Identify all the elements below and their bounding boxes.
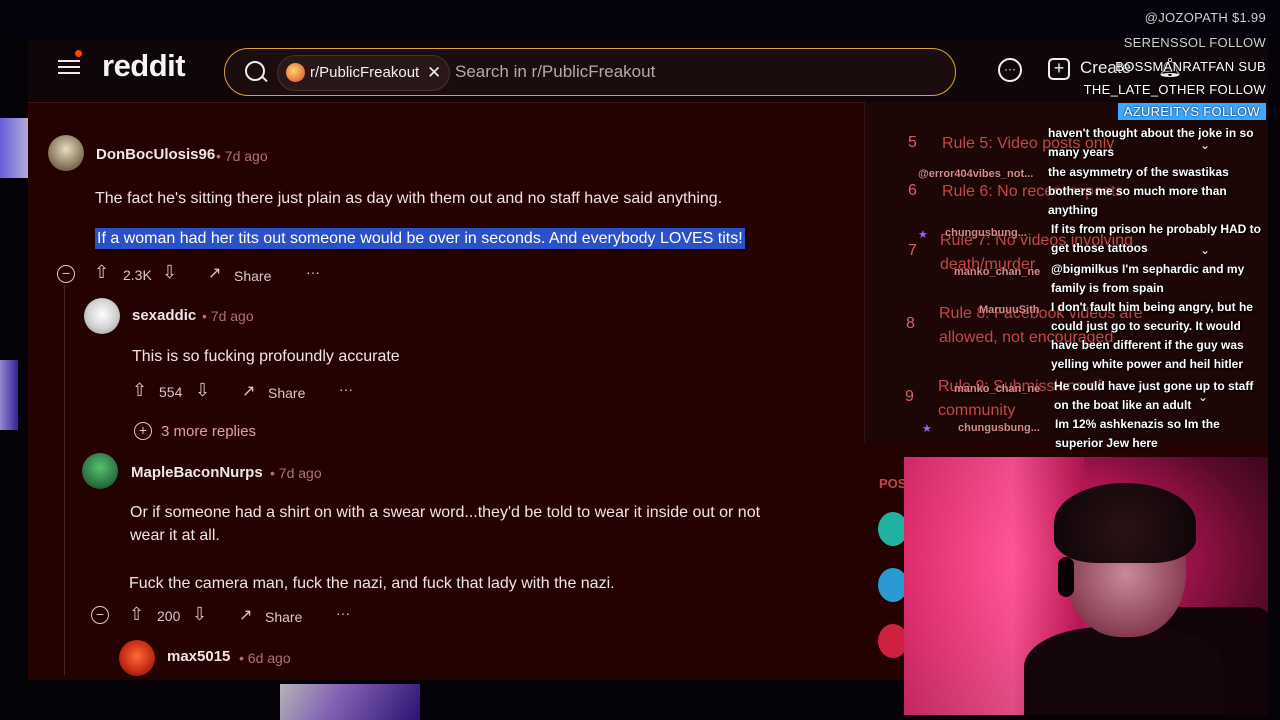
- search-icon[interactable]: [245, 61, 265, 81]
- comment-body-line: wear it at all.: [130, 527, 220, 544]
- subreddit-chip-label: r/PublicFreakout: [310, 64, 420, 81]
- expand-replies-icon[interactable]: +: [134, 422, 152, 440]
- rule-number: 6: [908, 182, 917, 199]
- chat-username: manko_chan_ne: [954, 383, 1041, 395]
- close-icon[interactable]: ✕: [427, 56, 441, 90]
- comment-timestamp: • 7d ago: [216, 148, 268, 164]
- upvote-icon[interactable]: ⇧: [129, 604, 144, 625]
- chat-username: chungusbung...: [958, 422, 1040, 434]
- more-options-button[interactable]: ···: [306, 264, 320, 280]
- share-button[interactable]: Share: [234, 268, 271, 284]
- stream-alert: BOSSMANRATFAN SUB: [1115, 59, 1266, 74]
- rule-number: 9: [905, 388, 914, 405]
- more-options-button[interactable]: ···: [336, 605, 350, 621]
- search-bar[interactable]: r/PublicFreakout ✕ Search in r/PublicFre…: [224, 48, 956, 96]
- subreddit-avatar-icon: [286, 63, 305, 82]
- notification-dot: [75, 50, 82, 57]
- chat-username: @error404vibes_not...: [918, 168, 1034, 180]
- rule-number: 5: [908, 134, 917, 151]
- headset-icon: [1058, 557, 1074, 597]
- rule-number: 8: [906, 315, 915, 332]
- comment-body-line: This is so fucking profoundly accurate: [132, 348, 400, 365]
- chat-message: Im 12% ashkenazis so Im the superior Jew…: [1055, 417, 1220, 450]
- chat-message: haven't thought about the joke in so man…: [1048, 126, 1254, 159]
- chat-username: manko_chan_ne: [954, 266, 1041, 278]
- comment-timestamp: • 7d ago: [270, 465, 322, 481]
- collapse-thread-icon[interactable]: −: [91, 606, 109, 624]
- avatar[interactable]: [48, 135, 84, 171]
- comment-body-line: The fact he's sitting there just plain a…: [95, 190, 723, 207]
- stream-alert-highlighted: AZUREITYS FOLLOW: [1117, 103, 1266, 120]
- more-options-button[interactable]: ···: [339, 381, 353, 397]
- comment-username[interactable]: max5015: [167, 648, 230, 665]
- comment-username[interactable]: sexaddic: [132, 307, 196, 324]
- subreddit-filter-chip[interactable]: r/PublicFreakout ✕: [277, 55, 451, 91]
- comment-body-line: Fuck the camera man, fuck the nazi, and …: [129, 575, 615, 592]
- comment-timestamp: • 7d ago: [202, 308, 254, 324]
- avatar[interactable]: [119, 640, 155, 676]
- chevron-down-icon: ⌄: [1200, 243, 1211, 257]
- chat-message: the asymmetry of the swastikas bothers m…: [1048, 165, 1229, 217]
- upvote-icon[interactable]: ⇧: [94, 262, 109, 283]
- reddit-logo[interactable]: reddit: [102, 48, 186, 84]
- chevron-down-icon: ⌄: [1198, 390, 1209, 404]
- comment-username[interactable]: MapleBaconNurps: [131, 464, 263, 481]
- glitch-artifact: [0, 118, 30, 178]
- glitch-artifact: [0, 360, 18, 430]
- vote-count: 554: [159, 384, 183, 400]
- share-button[interactable]: Share: [268, 385, 305, 401]
- posts-section-heading: POS: [879, 476, 907, 491]
- comment-timestamp: • 6d ago: [239, 650, 291, 666]
- star-badge-icon: ★: [922, 423, 932, 435]
- vote-count: 200: [157, 608, 181, 624]
- share-icon[interactable]: ↗: [242, 381, 255, 401]
- selected-comment-text: If a woman had her tits out someone woul…: [95, 228, 745, 249]
- more-replies-link[interactable]: 3 more replies: [161, 423, 256, 440]
- downvote-icon[interactable]: ⇩: [162, 262, 177, 283]
- comment-body-line: Or if someone had a shirt on with a swea…: [130, 504, 761, 521]
- share-icon[interactable]: ↗: [208, 263, 221, 283]
- rule-number: 7: [908, 242, 917, 259]
- chat-message: I don't fault him being angry, but he co…: [1051, 300, 1253, 371]
- share-button[interactable]: Share: [265, 609, 302, 625]
- chat-username: chungusbung...: [945, 227, 1027, 239]
- vote-count: 2.3K: [123, 267, 152, 283]
- avatar[interactable]: [82, 453, 118, 489]
- stream-top-band: [0, 0, 1280, 40]
- upvote-icon[interactable]: ⇧: [132, 380, 147, 401]
- search-input[interactable]: Search in r/PublicFreakout: [455, 62, 655, 82]
- webcam-person-hair: [1054, 483, 1196, 563]
- hamburger-menu-icon[interactable]: [58, 56, 80, 78]
- star-badge-icon: ★: [918, 229, 928, 241]
- stream-alert: THE_LATE_OTHER FOLLOW: [1083, 82, 1266, 97]
- glitch-artifact: [280, 684, 420, 720]
- create-plus-icon[interactable]: +: [1048, 58, 1070, 80]
- thread-line[interactable]: [64, 285, 65, 675]
- stream-alert: SERENSSOL FOLLOW: [1123, 35, 1266, 50]
- stream-alert: @JOZOPATH $1.99: [1144, 10, 1266, 25]
- avatar[interactable]: [84, 298, 120, 334]
- comment-username[interactable]: DonBocUlosis96: [96, 146, 215, 163]
- share-icon[interactable]: ↗: [239, 605, 252, 625]
- chevron-down-icon: ⌄: [1200, 138, 1211, 152]
- chat-message: He could have just gone up to staff on t…: [1054, 379, 1254, 412]
- chat-icon[interactable]: ···: [998, 58, 1022, 82]
- downvote-icon[interactable]: ⇩: [192, 604, 207, 625]
- webcam-person-body: [1024, 627, 1224, 715]
- reddit-header: reddit r/PublicFreakout ✕ Search in r/Pu…: [28, 40, 1268, 103]
- collapse-thread-icon[interactable]: −: [57, 265, 75, 283]
- downvote-icon[interactable]: ⇩: [195, 380, 210, 401]
- chat-message: @bigmilkus I'm sephardic and my family i…: [1051, 262, 1245, 295]
- streamer-webcam: [904, 457, 1268, 715]
- chat-message: If its from prison he probably HAD to ge…: [1051, 222, 1262, 255]
- chat-username: MaruuuSith: [979, 304, 1040, 316]
